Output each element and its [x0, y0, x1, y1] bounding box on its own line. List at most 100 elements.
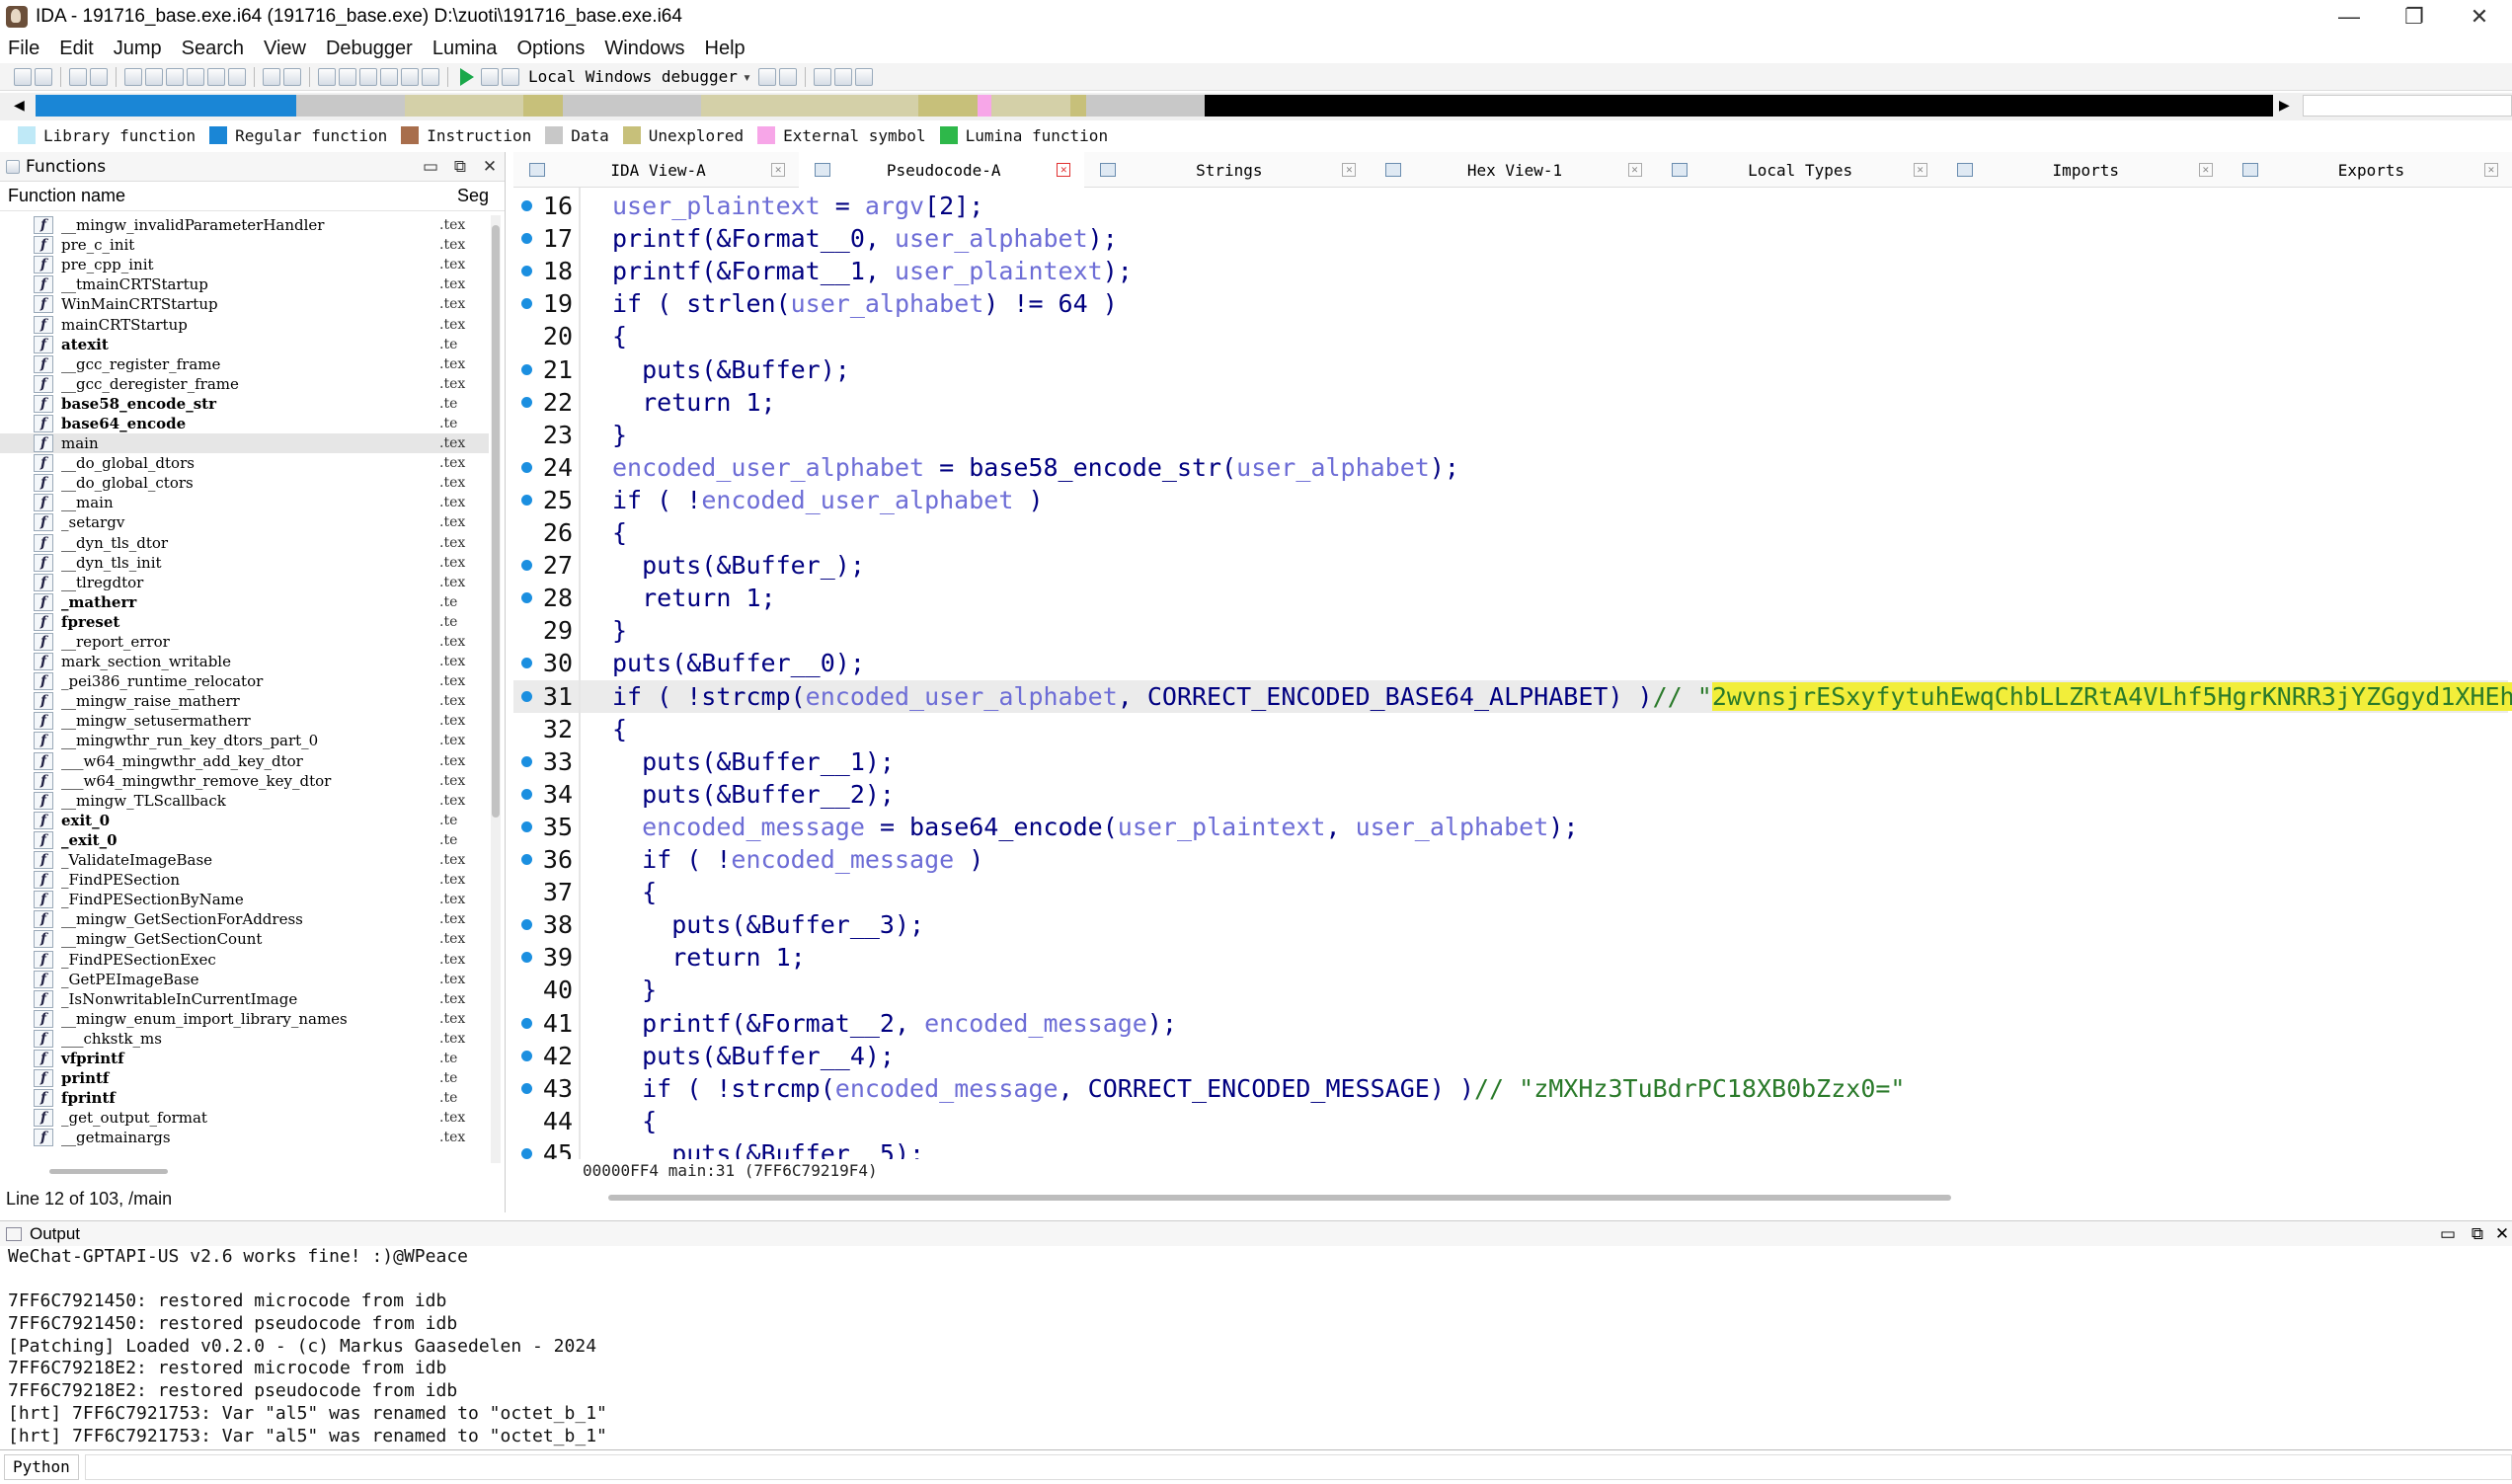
menu-view[interactable]: View — [264, 38, 306, 60]
menu-windows[interactable]: Windows — [604, 38, 684, 60]
function-row[interactable]: f base64_encode .te — [0, 414, 489, 433]
binary-search-icon[interactable] — [124, 67, 142, 86]
function-row[interactable]: f __report_error .tex — [0, 632, 489, 652]
function-row[interactable]: f __gcc_register_frame .tex — [0, 354, 489, 374]
breakpoint-marker[interactable] — [521, 233, 532, 245]
tab-close-icon[interactable]: ✕ — [2483, 163, 2498, 177]
code-line[interactable]: 26 { — [513, 516, 2508, 549]
function-row[interactable]: f __mingw_GetSectionCount .tex — [0, 929, 489, 949]
function-row[interactable]: f __mingw_enum_import_library_names .tex — [0, 1009, 489, 1029]
tab-exports[interactable]: Exports ✕ — [2227, 152, 2512, 188]
menu-file[interactable]: File — [8, 38, 39, 60]
run-icon[interactable] — [460, 67, 474, 86]
function-row[interactable]: f __do_global_ctors .tex — [0, 473, 489, 493]
code-line[interactable]: 37 { — [513, 876, 2508, 908]
tab-close-icon[interactable]: ✕ — [2198, 163, 2213, 177]
functions-list[interactable]: f __mingw_invalidParameterHandler .tex f pre… — [0, 215, 489, 1155]
function-row[interactable]: f exit_0 .te — [0, 811, 489, 830]
breakpoint-marker[interactable] — [521, 854, 532, 865]
breakpoint-marker[interactable] — [521, 396, 532, 408]
function-row[interactable]: f __mingw_setusermatherr .tex — [0, 711, 489, 731]
breakpoint-marker[interactable] — [521, 1147, 532, 1159]
column-function-name[interactable]: Function name — [8, 186, 125, 206]
code-line[interactable]: 30 puts(&Buffer__0); — [513, 647, 2508, 679]
menu-search[interactable]: Search — [182, 38, 244, 60]
data-icon[interactable] — [318, 67, 336, 86]
array-icon[interactable] — [401, 67, 419, 86]
debug-attach-icon[interactable] — [779, 67, 797, 86]
code-line[interactable]: 31 if ( !strcmp(encoded_user_alphabet, CO… — [513, 679, 2512, 713]
minimize-button[interactable]: — — [2316, 0, 2382, 34]
forward-icon[interactable] — [90, 67, 108, 86]
back-icon[interactable] — [69, 67, 87, 86]
breakpoint-marker[interactable] — [521, 658, 532, 669]
code-line[interactable]: 38 puts(&Buffer__3); — [513, 908, 2508, 941]
pseudocode-view[interactable]: 16 user_plaintext = argv[2]; 17 printf(&For… — [513, 188, 2512, 1159]
tab-close-icon[interactable]: ✕ — [1342, 163, 1357, 177]
function-row[interactable]: f mark_section_writable .tex — [0, 652, 489, 671]
tree-icon[interactable] — [855, 67, 873, 86]
code-line[interactable]: 27 puts(&Buffer_); — [513, 549, 2508, 582]
tab-ida-view-a[interactable]: IDA View-A ✕ — [513, 152, 799, 188]
function-row[interactable]: f __mingwthr_run_key_dtors_part_0 .tex — [0, 731, 489, 750]
code-line[interactable]: 33 puts(&Buffer__1); — [513, 745, 2508, 778]
breakpoint-marker[interactable] — [521, 820, 532, 832]
menu-options[interactable]: Options — [516, 38, 585, 60]
tab-close-icon[interactable]: ✕ — [771, 163, 786, 177]
function-row[interactable]: f __tlregdtor .tex — [0, 573, 489, 592]
breakpoint-marker[interactable] — [521, 690, 532, 702]
tab-local-types[interactable]: Local Types ✕ — [1656, 152, 1941, 188]
code-line[interactable]: 34 puts(&Buffer__2); — [513, 778, 2508, 811]
breakpoint-marker[interactable] — [521, 1050, 532, 1061]
column-segment[interactable]: Seg — [457, 186, 505, 206]
function-row[interactable]: f _FindPESectionByName .tex — [0, 890, 489, 909]
functions-horizontal-scrollbar[interactable] — [49, 1169, 168, 1174]
breakpoint-marker[interactable] — [521, 1017, 532, 1029]
open-icon[interactable] — [14, 67, 32, 86]
breakpoint-marker[interactable] — [521, 363, 532, 375]
function-row[interactable]: f vfprintf .te — [0, 1049, 489, 1068]
tab-imports[interactable]: Imports ✕ — [1941, 152, 2227, 188]
code-line[interactable]: 22 return 1; — [513, 386, 2508, 419]
pause-icon[interactable] — [481, 67, 499, 86]
breakpoint-marker[interactable] — [521, 592, 532, 604]
list-icon[interactable] — [834, 67, 852, 86]
function-row[interactable]: f base58_encode_str .te — [0, 394, 489, 414]
code-line[interactable]: 32 { — [513, 713, 2508, 745]
tab-pseudocode-a[interactable]: Pseudocode-A ✕ — [799, 152, 1085, 188]
code-line[interactable]: 23} — [513, 419, 2508, 451]
code-line[interactable]: 36 if ( !encoded_message ) — [513, 843, 2508, 876]
breakpoint-marker[interactable] — [521, 494, 532, 506]
search-next-icon[interactable] — [166, 67, 184, 86]
tab-close-icon[interactable]: ✕ — [1057, 163, 1071, 177]
code-line[interactable]: 43 if ( !strcmp(encoded_message, CORRECT… — [513, 1072, 2508, 1105]
menu-edit[interactable]: Edit — [59, 38, 93, 60]
breakpoint-marker[interactable] — [521, 755, 532, 767]
code-line[interactable]: 21 puts(&Buffer); — [513, 353, 2508, 386]
output-log[interactable]: WeChat-GPTAPI-US v2.6 works fine! :)@WPe… — [0, 1246, 2512, 1447]
float-panel-icon[interactable]: ⧉ — [2463, 1224, 2492, 1244]
function-row[interactable]: f printf .te — [0, 1068, 489, 1088]
undefine-icon[interactable] — [422, 67, 439, 86]
menu-lumina[interactable]: Lumina — [432, 38, 498, 60]
maximize-panel-icon[interactable]: ▭ — [2433, 1224, 2463, 1244]
navigation-bar[interactable] — [36, 95, 2273, 117]
tab-close-icon[interactable]: ✕ — [1913, 163, 1927, 177]
code-line[interactable]: 28 return 1; — [513, 582, 2508, 614]
scrollbar-thumb[interactable] — [492, 225, 500, 818]
function-row[interactable]: f fprintf .te — [0, 1088, 489, 1108]
breakpoint-marker[interactable] — [521, 461, 532, 473]
breakpoint-marker[interactable] — [521, 266, 532, 277]
float-panel-icon[interactable]: ⧉ — [445, 157, 475, 177]
function-row[interactable]: f _setargv .tex — [0, 512, 489, 532]
code-line[interactable]: 17 printf(&Format__0, user_alphabet); — [513, 222, 2508, 255]
refresh-icon[interactable] — [283, 67, 301, 86]
nav-left-arrow-icon[interactable]: ◀ — [14, 97, 25, 114]
function-row[interactable]: f fpreset .te — [0, 612, 489, 632]
tab-strings[interactable]: Strings ✕ — [1084, 152, 1370, 188]
close-panel-icon[interactable]: ✕ — [2492, 1224, 2512, 1244]
function-row[interactable]: f ___w64_mingwthr_remove_key_dtor .tex — [0, 771, 489, 791]
code-line[interactable]: 24 encoded_user_alphabet = base58_encode_… — [513, 451, 2508, 484]
function-row[interactable]: f _matherr .te — [0, 592, 489, 612]
function-row[interactable]: f mainCRTStartup .tex — [0, 314, 489, 334]
